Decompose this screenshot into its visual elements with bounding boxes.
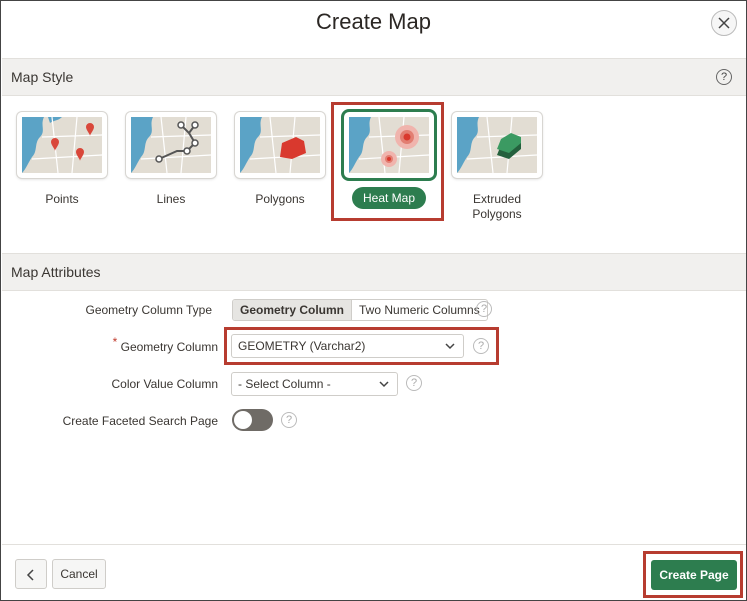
back-button[interactable] xyxy=(15,559,47,589)
map-style-option-extruded-polygons[interactable]: Extruded Polygons xyxy=(452,112,542,222)
chevron-down-icon xyxy=(379,381,389,388)
geometry-column-label-text: Geometry Column xyxy=(120,340,218,354)
cancel-button[interactable]: Cancel xyxy=(52,559,106,589)
switch-knob xyxy=(234,411,252,429)
faceted-search-switch[interactable] xyxy=(232,409,273,431)
create-map-dialog: Create Map Map Style ? Points Lines Poly… xyxy=(0,0,747,601)
highlight-frame-geometry-column xyxy=(224,327,499,365)
extruded-polygons-map-icon xyxy=(457,117,537,173)
chevron-left-icon xyxy=(26,569,34,581)
highlight-frame-heat-map xyxy=(331,102,444,221)
dialog-footer xyxy=(2,544,746,600)
faceted-search-help-icon[interactable]: ? xyxy=(281,412,297,428)
required-marker: * xyxy=(112,335,118,349)
map-style-option-lines[interactable]: Lines xyxy=(126,112,216,207)
map-style-heading: Map Style xyxy=(11,69,74,85)
map-attributes-header: Map Attributes xyxy=(2,253,746,291)
lines-label: Lines xyxy=(156,192,186,206)
map-attributes-heading: Map Attributes xyxy=(11,264,101,280)
color-value-column-label: Color Value Column xyxy=(111,377,219,391)
option-two-numeric-columns[interactable]: Two Numeric Columns xyxy=(352,300,487,320)
points-map-icon xyxy=(22,117,102,173)
faceted-search-label: Create Faceted Search Page xyxy=(62,414,218,428)
color-value-column-value: - Select Column - xyxy=(238,377,331,391)
map-style-option-points[interactable]: Points xyxy=(17,112,107,207)
geometry-column-type-label: Geometry Column Type xyxy=(85,303,213,317)
color-value-column-select[interactable]: - Select Column - xyxy=(231,372,398,396)
close-icon xyxy=(718,17,730,29)
geometry-column-type-toggle: Geometry Column Two Numeric Columns xyxy=(232,299,488,321)
polygons-map-icon xyxy=(240,117,320,173)
points-label: Points xyxy=(45,192,79,206)
geometry-column-label: * Geometry Column xyxy=(41,335,218,354)
map-style-header: Map Style xyxy=(2,58,746,96)
highlight-frame-create-page xyxy=(643,551,743,598)
option-geometry-column[interactable]: Geometry Column xyxy=(233,300,353,320)
lines-map-icon xyxy=(131,117,211,173)
map-style-option-polygons[interactable]: Polygons xyxy=(235,112,325,207)
extruded-polygons-label: Extruded Polygons xyxy=(472,192,522,221)
polygons-label: Polygons xyxy=(255,192,305,206)
geometry-column-type-help-icon[interactable]: ? xyxy=(476,301,492,317)
close-button[interactable] xyxy=(711,10,737,36)
color-value-column-help-icon[interactable]: ? xyxy=(406,375,422,391)
dialog-title: Create Map xyxy=(316,9,431,34)
map-style-help-icon[interactable]: ? xyxy=(716,69,732,85)
